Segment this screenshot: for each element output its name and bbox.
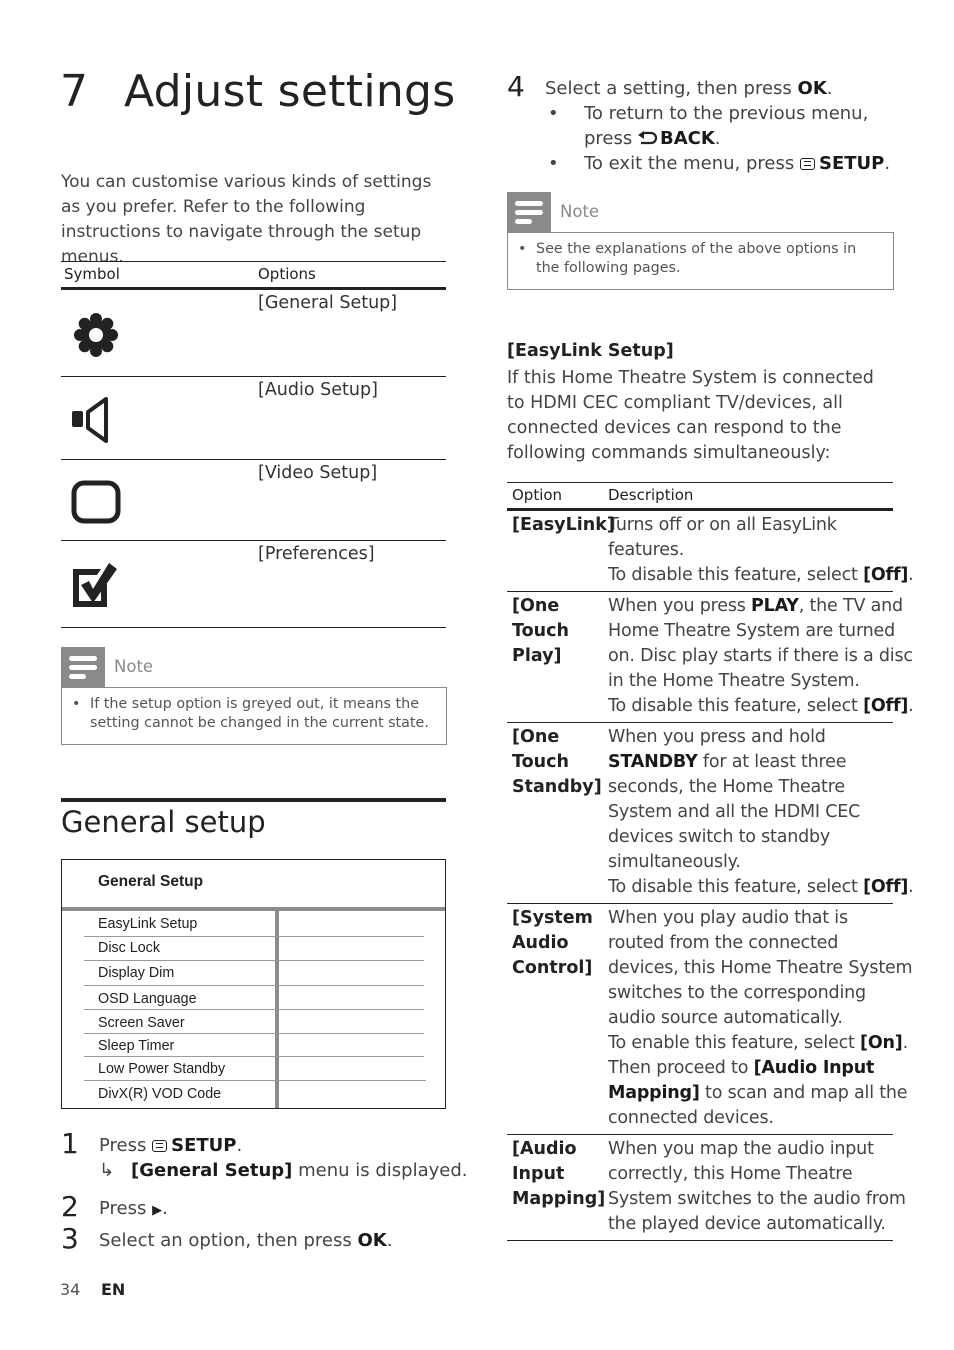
note-bullet: • xyxy=(72,696,81,712)
bullet-text: press BACK. xyxy=(584,128,721,149)
chapter-title: 7 Adjust settings xyxy=(60,66,456,117)
symbol-row-video: [Video Setup] xyxy=(61,460,446,541)
speaker-icon xyxy=(71,395,115,449)
menu-item-osd-language[interactable]: OSD Language xyxy=(98,991,197,1007)
option-video-setup: [Video Setup] xyxy=(258,463,378,483)
note-label: Note xyxy=(114,657,154,676)
menu-item-low-power-standby[interactable]: Low Power Standby xyxy=(98,1061,225,1077)
note-box-right: Note • See the explanations of the above… xyxy=(507,192,894,290)
option-name: [One Touch Standby] xyxy=(512,727,602,797)
options-table-body: [EasyLink] Turns off or on all EasyLink fe… xyxy=(507,511,914,1241)
table-row: [System Audio Control] When you play audio … xyxy=(507,904,913,1135)
header-option: Option xyxy=(512,486,563,504)
bullet-text: To return to the previous menu, xyxy=(584,103,869,124)
note-icon xyxy=(507,192,551,232)
header-symbol: Symbol xyxy=(64,265,120,283)
table-row: [One Touch Play] When you press PLAY, the T… xyxy=(507,592,914,723)
note-text-line: If the setup option is greyed out, it me… xyxy=(90,696,419,712)
note-text-line: the following pages. xyxy=(536,260,681,276)
option-name: [System Audio Control] xyxy=(512,908,593,978)
section-title: General setup xyxy=(61,805,266,839)
easylink-heading: [EasyLink Setup] xyxy=(507,341,674,361)
chapter-intro: You can customise various kinds of setti… xyxy=(61,172,432,267)
step-1-text: Press SETUP. xyxy=(99,1135,243,1156)
menu-divider xyxy=(62,907,445,911)
menu-item-sleep-timer[interactable]: Sleep Timer xyxy=(98,1038,174,1054)
intro-line: following commands simultaneously: xyxy=(507,443,831,463)
note-body: • If the setup option is greyed out, it … xyxy=(61,687,447,745)
menu-item-disc-lock[interactable]: Disc Lock xyxy=(98,940,160,956)
menu-item-divx-vod-code[interactable]: DivX(R) VOD Code xyxy=(98,1086,221,1102)
step-3-text: Select an option, then press OK. xyxy=(99,1230,393,1251)
checkbox-icon xyxy=(71,561,121,615)
step-number: 1 xyxy=(61,1127,79,1160)
bullet: • xyxy=(548,153,559,174)
option-description: Turns off or on all EasyLink features. To … xyxy=(608,515,914,585)
option-description: When you press and hold STANDBY for at le… xyxy=(608,727,914,897)
back-icon xyxy=(637,128,660,149)
option-general-setup: [General Setup] xyxy=(258,293,398,313)
menu-item-display-dim[interactable]: Display Dim xyxy=(98,965,174,981)
note-box-left: Note • If the setup option is greyed out… xyxy=(61,647,447,745)
symbol-table-header: Symbol Options xyxy=(61,261,446,290)
note-text-line: See the explanations of the above option… xyxy=(536,241,857,257)
symbol-row-preferences: [Preferences] xyxy=(61,541,446,628)
note-bullet: • xyxy=(518,241,527,257)
table-row: [Audio Input Mapping] When you map the audi… xyxy=(507,1135,906,1241)
page-language: EN xyxy=(101,1280,126,1299)
header-options: Options xyxy=(258,265,316,283)
note-body: • See the explanations of the above opti… xyxy=(507,232,894,290)
note-text-line: setting cannot be changed in the current… xyxy=(90,715,429,731)
step-number: 3 xyxy=(61,1222,79,1255)
table-row: [EasyLink] Turns off or on all EasyLink fe… xyxy=(507,511,914,592)
play-right-icon: ▶ xyxy=(152,1203,163,1218)
option-preferences: [Preferences] xyxy=(258,544,375,564)
setup-key-icon xyxy=(152,1140,168,1152)
intro-line: to HDMI CEC compliant TV/devices, all xyxy=(507,393,843,413)
option-description: When you press PLAY, the TV and Home Thea… xyxy=(608,596,914,716)
gear-icon xyxy=(71,310,121,364)
option-audio-setup: [Audio Setup] xyxy=(258,380,378,400)
note-icon xyxy=(61,647,105,687)
chapter-number: 7 xyxy=(60,66,89,117)
step-2-text: Press ▶. xyxy=(99,1198,168,1219)
easylink-options-table: Option Description [EasyLink] Turns off o… xyxy=(507,482,914,1241)
step-4-text: Select a setting, then press OK. xyxy=(545,78,833,99)
bullet: • xyxy=(548,103,559,124)
option-description: When you play audio that is routed from t… xyxy=(608,908,913,1128)
easylink-intro: If this Home Theatre System is connected… xyxy=(507,366,877,466)
symbol-row-audio: [Audio Setup] xyxy=(61,377,446,460)
result-arrow-icon: ↳ xyxy=(99,1160,115,1181)
option-name: [Audio Input Mapping] xyxy=(512,1139,606,1209)
option-description: When you map the audio input correctly, t… xyxy=(608,1139,906,1234)
symbol-row-general: [General Setup] xyxy=(61,290,446,377)
table-row: [One Touch Standby] When you press and hold… xyxy=(507,723,914,904)
options-table-header: Option Description xyxy=(507,482,893,511)
bullet-text: To exit the menu, press SETUP. xyxy=(584,153,891,174)
step-1-result: ↳ [General Setup] menu is displayed. xyxy=(99,1160,468,1181)
setup-key-icon xyxy=(799,158,815,170)
menu-item-easylink-setup[interactable]: EasyLink Setup xyxy=(98,916,197,932)
option-name: [EasyLink] xyxy=(512,515,615,535)
general-setup-menu: General Setup EasyLink Setup Disc Lock D… xyxy=(61,859,446,1109)
screen-icon xyxy=(71,480,123,528)
menu-item-screen-saver[interactable]: Screen Saver xyxy=(98,1015,185,1031)
menu-column-divider xyxy=(275,907,279,1108)
section-divider xyxy=(61,798,446,802)
option-name: [One Touch Play] xyxy=(512,596,569,666)
step-number: 4 xyxy=(507,70,525,103)
note-label: Note xyxy=(560,202,600,221)
intro-line: If this Home Theatre System is connected xyxy=(507,368,874,388)
intro-line: connected devices can respond to the xyxy=(507,418,842,438)
page-number: 34 xyxy=(60,1280,81,1299)
symbol-table: Symbol Options [General Setup] [Audio Se… xyxy=(61,261,446,628)
chapter-title-text: Adjust settings xyxy=(124,66,456,117)
menu-title: General Setup xyxy=(98,873,204,890)
header-description: Description xyxy=(608,486,694,504)
step-number: 2 xyxy=(61,1190,79,1223)
